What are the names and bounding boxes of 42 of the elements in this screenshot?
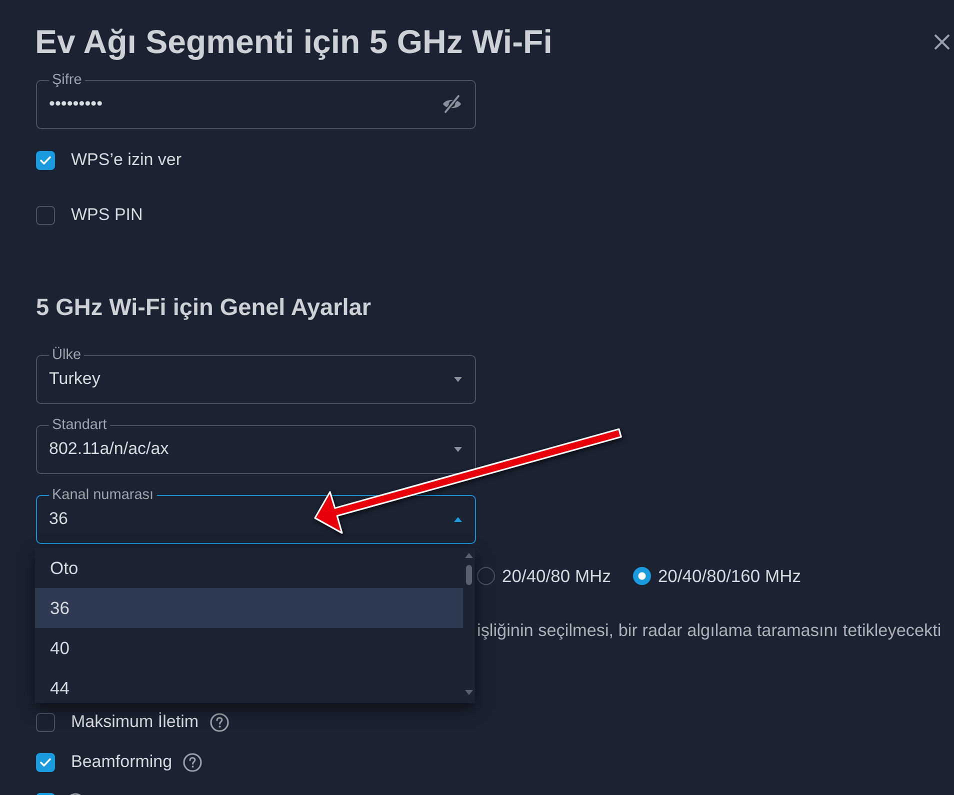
select-field[interactable]: Standart 802.11a/n/ac/ax [36, 417, 476, 474]
field-label: Kanal numarası [51, 487, 155, 503]
checkbox-label[interactable]: Maksimum İletim [71, 712, 199, 732]
radio-label[interactable]: 20/40/80/160 MHz [658, 566, 801, 586]
checkbox[interactable] [36, 752, 55, 772]
dropdown-option[interactable]: Oto [35, 548, 463, 588]
dropdown-option[interactable]: 36 [35, 588, 463, 628]
caret-up-icon [454, 516, 462, 522]
info-text: işliğinin seçilmesi, bir radar algılama taramasını tetikleyecekti [477, 620, 942, 640]
caret-down-icon [454, 446, 462, 452]
select-value: 36 [49, 509, 68, 529]
checkbox[interactable] [36, 206, 55, 224]
caret-down-icon [454, 376, 462, 382]
radio-label[interactable]: 20/40/80 MHz [502, 566, 611, 586]
select-value: 802.11a/n/ac/ax [49, 439, 169, 459]
field-label: Ülke [51, 347, 82, 363]
field-label: Şifre [51, 72, 83, 88]
scroll-down-icon[interactable] [465, 690, 473, 695]
dropdown-option[interactable]: 44 [35, 668, 463, 703]
checkmark-icon [40, 156, 51, 164]
checkbox[interactable] [36, 150, 55, 170]
checkbox-label[interactable]: WPS PIN [71, 205, 143, 225]
radio-button[interactable] [477, 567, 495, 585]
select-value: Turkey [49, 369, 100, 389]
checkbox-label[interactable]: WPS’e izin ver [71, 150, 182, 170]
dropdown-option[interactable]: 40 [35, 628, 463, 668]
eye-slash-icon[interactable] [442, 94, 462, 114]
section-heading: 5 GHz Wi-Fi için Genel Ayarlar [36, 293, 372, 321]
select-field[interactable]: Ülke Turkey [36, 347, 476, 404]
checkbox-label[interactable]: Beamforming [71, 752, 172, 772]
field-label: Standart [51, 417, 108, 433]
close-icon[interactable] [933, 33, 951, 51]
checkmark-icon [40, 758, 51, 766]
password-field[interactable]: Şifre ••••••••• [36, 72, 476, 129]
password-value: ••••••••• [49, 94, 103, 114]
scrollbar-thumb[interactable] [466, 565, 472, 585]
radio-button[interactable] [632, 567, 651, 585]
dialog-title: Ev Ağı Segmenti için 5 GHz Wi-Fi [35, 23, 552, 61]
checkbox[interactable] [36, 712, 55, 732]
help-icon[interactable] [183, 752, 202, 772]
help-icon[interactable] [210, 712, 229, 732]
scroll-up-icon[interactable] [465, 553, 473, 558]
